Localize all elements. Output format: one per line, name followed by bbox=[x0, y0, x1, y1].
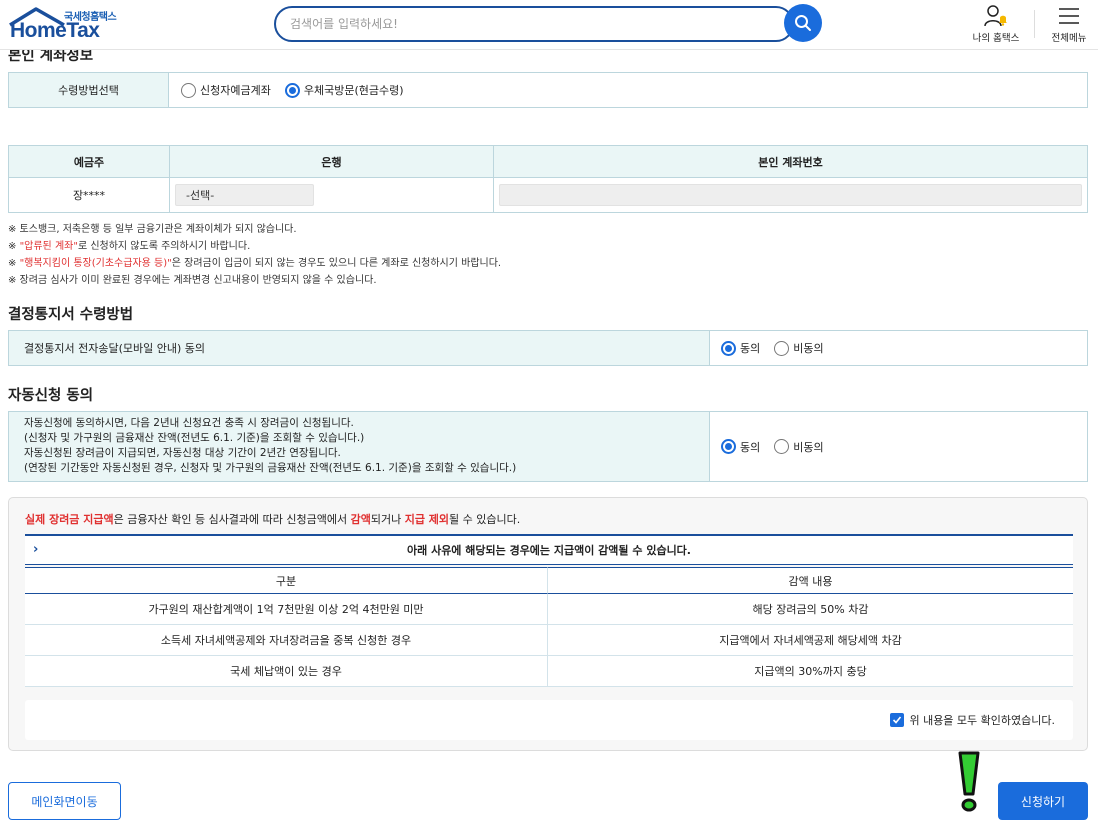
intro-text-1: 은 금융자산 확인 등 심사결과에 따라 신청금액에서 bbox=[113, 513, 351, 526]
auto-apply-line-4: (연장된 기간동안 자동신청된 경우, 신청자 및 가구원의 금융재산 잔액(전… bbox=[24, 462, 517, 474]
auto-apply-table: 자동신청에 동의하시면, 다음 2년내 신청요건 충족 시 장려금이 신청됩니다… bbox=[8, 411, 1088, 482]
intro-text-2: 되거나 bbox=[370, 513, 405, 526]
reduction-info-panel: 실제 장려금 지급액은 금융자산 확인 등 심사결과에 따라 신청금액에서 감액… bbox=[8, 497, 1088, 751]
radio-applicant-account-circle bbox=[181, 82, 196, 98]
reduction-row-1-category: 가구원의 재산합계액이 1억 7천만원 이상 2억 4천만원 미만 bbox=[25, 594, 548, 625]
intro-highlight-2: 감액 bbox=[350, 513, 371, 526]
reduction-row-2-category: 소득세 자녀세액공제와 자녀장려금을 중복 신청한 경우 bbox=[25, 625, 548, 656]
reduction-table: 구분 감액 내용 가구원의 재산합계액이 1억 7천만원 이상 2억 4천만원 … bbox=[25, 567, 1073, 687]
chevron-right-icon: › bbox=[33, 542, 39, 557]
auto-apply-line-3: 자동신청된 장려금이 지급되면, 자동신청 대상 기간이 2년간 연장됩니다. bbox=[24, 447, 341, 459]
radio-applicant-account-label: 신청자예금계좌 bbox=[200, 84, 271, 97]
radio-post-office-circle bbox=[284, 82, 300, 98]
search-bar bbox=[274, 6, 794, 42]
note-4: ※ 장려금 심사가 이미 완료된 경우에는 계좌변경 신고내용이 반영되지 않을… bbox=[8, 275, 377, 286]
receive-method-table: 수령방법선택 신청자예금계좌 우체국방문(현금수령) bbox=[8, 72, 1088, 108]
search-button[interactable] bbox=[784, 4, 822, 42]
radio-auto-agree[interactable]: 동의 bbox=[721, 439, 760, 455]
logo-title: HomeTax bbox=[10, 19, 100, 42]
note-3-text: 은 장려금이 입금이 되지 않는 경우도 있으니 다른 계좌로 신청하시기 바랍… bbox=[171, 258, 502, 269]
radio-notice-agree-label: 동의 bbox=[740, 342, 761, 355]
radio-notice-disagree-label: 비동의 bbox=[793, 342, 824, 355]
user-bell-icon bbox=[984, 5, 1007, 27]
confirm-checkbox[interactable]: 위 내용을 모두 확인하였습니다. bbox=[890, 712, 1055, 728]
col-category: 구분 bbox=[25, 567, 548, 594]
col-account-number: 본인 계좌번호 bbox=[494, 146, 1087, 178]
confirm-label: 위 내용을 모두 확인하였습니다. bbox=[909, 714, 1055, 727]
radio-notice-disagree[interactable]: 비동의 bbox=[774, 340, 824, 356]
auto-apply-options: 동의 비동의 bbox=[721, 412, 838, 481]
reduction-header-text: 아래 사유에 해당되는 경우에는 지급액이 감액될 수 있습니다. bbox=[407, 544, 691, 557]
checkbox-checked-icon bbox=[890, 713, 905, 727]
note-2-prefix: ※ bbox=[8, 241, 20, 252]
radio-post-office-label: 우체국방문(현금수령) bbox=[303, 84, 404, 97]
my-hometax-label: 나의 홈택스 bbox=[972, 33, 1020, 44]
header: 국세청홈택스 HomeTax 나의 홈택스 bbox=[0, 0, 1098, 50]
all-menu-label: 전체메뉴 bbox=[1051, 33, 1087, 44]
note-1: ※ 토스뱅크, 저축은행 등 일부 금융기관은 계좌이체가 되지 않습니다. bbox=[8, 224, 297, 235]
exclamation-alert-icon bbox=[958, 751, 980, 812]
notice-method-title: 결정통지서 수령방법 bbox=[8, 307, 134, 323]
account-table: 예금주 은행 본인 계좌번호 장**** -선택- bbox=[8, 145, 1088, 213]
confirm-row: 위 내용을 모두 확인하였습니다. bbox=[25, 700, 1073, 740]
auto-apply-description: 자동신청에 동의하시면, 다음 2년내 신청요건 충족 시 장려금이 신청됩니다… bbox=[9, 412, 710, 481]
notice-method-label: 결정통지서 전자송달(모바일 안내) 동의 bbox=[9, 331, 710, 365]
radio-notice-disagree-circle bbox=[774, 340, 790, 356]
auto-apply-title: 자동신청 동의 bbox=[8, 388, 94, 404]
radio-post-office[interactable]: 우체국방문(현금수령) bbox=[284, 82, 404, 98]
apply-button[interactable]: 신청하기 bbox=[998, 782, 1088, 820]
note-3-highlight: "행복지킴이 통장(기초수급자용 등)" bbox=[19, 258, 172, 269]
col-bank: 은행 bbox=[170, 146, 494, 178]
radio-auto-agree-circle bbox=[721, 439, 736, 454]
intro-highlight-3: 지급 제외 bbox=[404, 513, 450, 526]
reduction-row-2-content: 지급액에서 자녀세액공제 해당세액 차감 bbox=[548, 625, 1073, 656]
col-reduction: 감액 내용 bbox=[548, 567, 1073, 594]
intro-text-3: 될 수 있습니다. bbox=[449, 513, 521, 526]
go-main-button[interactable]: 메인화면이동 bbox=[8, 782, 121, 820]
hometax-logo[interactable]: 국세청홈택스 HomeTax bbox=[8, 5, 128, 45]
note-2-text: 로 신청하지 않도록 주의하시기 바랍니다. bbox=[77, 241, 251, 252]
note-2-highlight: "압류된 계좌" bbox=[19, 241, 78, 252]
reduction-intro: 실제 장려금 지급액은 금융자산 확인 등 심사결과에 따라 신청금액에서 감액… bbox=[25, 511, 520, 527]
radio-applicant-account[interactable]: 신청자예금계좌 bbox=[181, 82, 271, 98]
radio-auto-disagree[interactable]: 비동의 bbox=[774, 439, 824, 455]
my-hometax-button[interactable]: 나의 홈택스 bbox=[968, 4, 1024, 44]
reduction-row-3-content: 지급액의 30%까지 충당 bbox=[548, 656, 1073, 687]
hamburger-menu-icon bbox=[1059, 8, 1079, 24]
radio-auto-disagree-label: 비동의 bbox=[793, 440, 824, 454]
auto-apply-line-2: (신청자 및 가구원의 금융재산 잔액(전년도 6.1. 기준)을 조회할 수 … bbox=[24, 432, 365, 444]
header-divider bbox=[1034, 10, 1035, 38]
note-3: ※ "행복지킴이 통장(기초수급자용 등)"은 장려금이 입금이 되지 않는 경… bbox=[8, 254, 501, 269]
reduction-row-1-content: 해당 장려금의 50% 차감 bbox=[548, 594, 1073, 625]
intro-highlight-1: 실제 장려금 지급액 bbox=[25, 513, 114, 526]
reduction-row-3-category: 국세 체납액이 있는 경우 bbox=[25, 656, 548, 687]
notice-method-options: 동의 비동의 bbox=[721, 331, 838, 365]
receive-method-label: 수령방법선택 bbox=[9, 73, 169, 107]
holder-name: 장**** bbox=[9, 178, 170, 212]
note-3-prefix: ※ bbox=[8, 258, 20, 269]
bank-select[interactable]: -선택- bbox=[175, 184, 314, 206]
auto-apply-line-1: 자동신청에 동의하시면, 다음 2년내 신청요건 충족 시 장려금이 신청됩니다… bbox=[24, 417, 354, 429]
search-icon bbox=[795, 15, 811, 31]
all-menu-button[interactable]: 전체메뉴 bbox=[1044, 4, 1094, 44]
col-holder: 예금주 bbox=[9, 146, 170, 178]
note-2: ※ "압류된 계좌"로 신청하지 않도록 주의하시기 바랍니다. bbox=[8, 237, 250, 252]
reduction-header-row[interactable]: › 아래 사유에 해당되는 경우에는 지급액이 감액될 수 있습니다. bbox=[25, 534, 1073, 565]
radio-notice-agree[interactable]: 동의 bbox=[721, 340, 760, 356]
radio-auto-disagree-circle bbox=[774, 439, 790, 454]
notice-method-table: 결정통지서 전자송달(모바일 안내) 동의 동의 비동의 bbox=[8, 330, 1088, 366]
search-input[interactable] bbox=[290, 15, 770, 33]
radio-auto-agree-label: 동의 bbox=[740, 440, 761, 454]
radio-notice-agree-circle bbox=[721, 340, 736, 356]
receive-method-options: 신청자예금계좌 우체국방문(현금수령) bbox=[181, 73, 418, 107]
account-number-input[interactable] bbox=[499, 184, 1082, 206]
